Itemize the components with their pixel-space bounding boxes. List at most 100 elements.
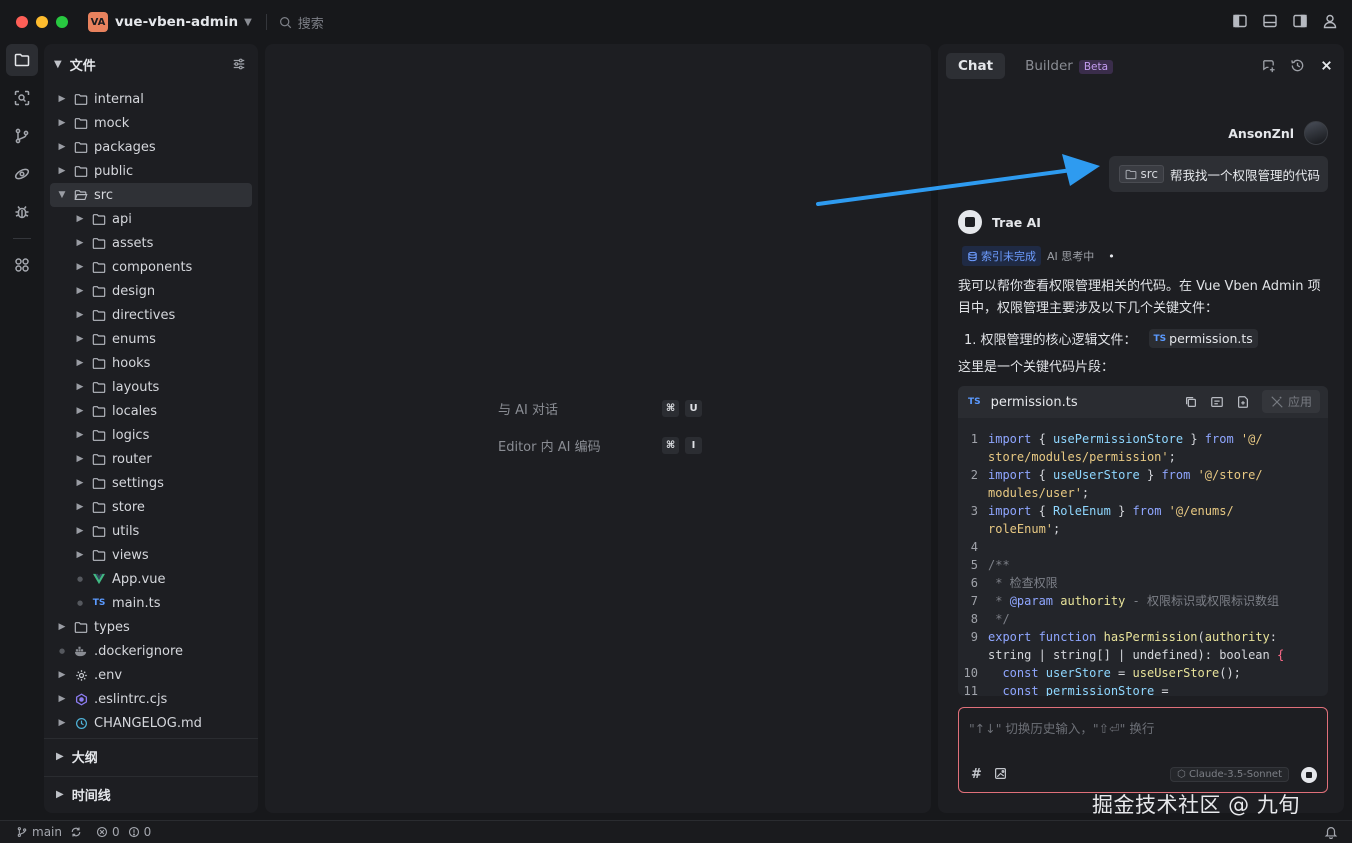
search-box[interactable]: 搜索 [279, 13, 324, 32]
file-tree-item[interactable]: ▶ layouts [44, 375, 258, 399]
file-tree-item[interactable]: ▶ directives [44, 303, 258, 327]
close-icon[interactable] [1319, 58, 1334, 73]
file-tree-item-label: App.vue [112, 571, 166, 587]
hash-context-button[interactable]: # [971, 767, 982, 782]
project-badge[interactable]: VA [88, 12, 108, 32]
debug-activity-button[interactable] [6, 196, 38, 228]
insert-icon[interactable] [1210, 395, 1224, 409]
typescript-icon: TS [1153, 333, 1167, 344]
code-line: 7 * @param authority - 权限标识或权限标识数组 [970, 594, 1279, 608]
bug-icon [15, 206, 29, 219]
sync-icon[interactable] [70, 826, 82, 838]
close-window-button[interactable] [16, 16, 28, 28]
file-tree-item[interactable]: ▶ settings [44, 471, 258, 495]
add-file-icon[interactable] [1236, 395, 1250, 409]
file-tree-item[interactable]: ▶ router [44, 447, 258, 471]
toggle-bottom-panel-icon[interactable] [1262, 13, 1278, 29]
copy-icon[interactable] [1184, 395, 1198, 409]
file-tree-item-label: settings [112, 475, 164, 491]
file-tree-item[interactable]: ▶ api [44, 207, 258, 231]
new-chat-icon[interactable] [1261, 58, 1276, 73]
user-name: AnsonZnl [1228, 126, 1294, 141]
key-cmd: ⌘ [662, 437, 679, 454]
editor-area[interactable]: 与 AI 对话 ⌘ U Editor 内 AI 编码 ⌘ I [265, 44, 931, 813]
code-content[interactable]: 1 import { usePermissionStore } from '@/ … [958, 430, 1328, 696]
bell-icon[interactable] [1324, 825, 1338, 839]
file-tree-item[interactable]: ▶ packages [44, 135, 258, 159]
minimize-window-button[interactable] [36, 16, 48, 28]
chevron-right-icon: ▶ [76, 238, 84, 248]
file-reference-chip[interactable]: TS permission.ts [1148, 329, 1258, 348]
chevron-down-icon[interactable]: ▼ [244, 17, 252, 28]
timeline-section[interactable]: ▶ 时间线 [44, 776, 258, 812]
file-tree-item[interactable]: ▶ enums [44, 327, 258, 351]
tab-chat[interactable]: Chat [946, 53, 1006, 79]
file-tree-item[interactable]: ● App.vue [44, 567, 258, 591]
stop-button[interactable] [1301, 767, 1317, 783]
file-tree-item[interactable]: ● .dockerignore [44, 639, 258, 663]
grid-icon [15, 258, 29, 272]
file-tree-item[interactable]: ▶ utils [44, 519, 258, 543]
chevron-right-icon: ▶ [58, 118, 66, 128]
file-tree-item-label: directives [112, 307, 176, 323]
outline-label: 大纲 [71, 751, 98, 766]
toggle-left-panel-icon[interactable] [1232, 13, 1248, 29]
bullet-icon: ● [58, 647, 66, 655]
image-icon[interactable] [994, 767, 1007, 780]
folder-icon [92, 356, 106, 370]
outline-section[interactable]: ▶ 大纲 [44, 738, 258, 774]
folder-icon [1126, 169, 1137, 179]
model-selector[interactable]: ⬡ Claude-3.5-Sonnet [1170, 767, 1289, 782]
sliders-icon[interactable] [232, 57, 246, 71]
file-tree-item[interactable]: ▶ mock [44, 111, 258, 135]
file-tree-item[interactable]: ▶ components [44, 255, 258, 279]
file-tree-item[interactable]: ▼ src [50, 183, 252, 207]
index-status-badge[interactable]: 索引未完成 [962, 246, 1041, 266]
chevron-right-icon: ▶ [76, 550, 84, 560]
file-tree-item[interactable]: ▶ assets [44, 231, 258, 255]
thinking-text: AI 思考中 [1047, 250, 1095, 263]
file-tree-item[interactable]: ▶ CHANGELOG.md [44, 711, 258, 735]
file-tree-item[interactable]: ▶ internal [44, 87, 258, 111]
file-tree-item[interactable]: ● TS main.ts [44, 591, 258, 615]
user-message: src 帮我找一个权限管理的代码 [1109, 156, 1328, 192]
maximize-window-button[interactable] [56, 16, 68, 28]
file-tree-item[interactable]: ▶ views [44, 543, 258, 567]
explorer-header[interactable]: ▼ 文件 [44, 44, 258, 84]
file-tree-item[interactable]: ▶ logics [44, 423, 258, 447]
folder-icon [74, 116, 88, 130]
file-tree-item[interactable]: ▶ design [44, 279, 258, 303]
context-tag[interactable]: src [1119, 165, 1164, 183]
file-tree-item[interactable]: ▶ store [44, 495, 258, 519]
source-control-activity-button[interactable] [6, 120, 38, 152]
code-line: store/modules/permission'; [988, 450, 1176, 464]
shortcut-chat: 与 AI 对话 ⌘ U [498, 399, 702, 418]
watermark: 掘金技术社区 @ 九旬 [1092, 793, 1300, 817]
user-avatar [1304, 121, 1328, 145]
history-icon[interactable] [1290, 58, 1305, 73]
branch-status[interactable]: main [16, 825, 82, 839]
file-tree-item-label: design [112, 283, 156, 299]
chevron-right-icon: ▶ [76, 526, 84, 536]
file-tree-item[interactable]: ▶Dockerfile [44, 735, 258, 737]
search-activity-button[interactable] [6, 82, 38, 114]
file-tree-item[interactable]: ▶ types [44, 615, 258, 639]
extensions-activity-button[interactable] [6, 249, 38, 281]
file-tree-item[interactable]: ▶ .eslintrc.cjs [44, 687, 258, 711]
tab-builder[interactable]: Builder Beta [1013, 53, 1125, 79]
account-icon[interactable] [1322, 13, 1338, 29]
tab-builder-label: Builder [1025, 58, 1073, 74]
file-tree-item[interactable]: ▶ public [44, 159, 258, 183]
toggle-right-panel-icon[interactable] [1292, 13, 1308, 29]
file-tree-item-label: enums [112, 331, 156, 347]
file-tree: ▶ internal ▶ mock ▶ packages ▶ public ▼ src ▶ api ▶ a… [44, 87, 258, 737]
file-tree-item[interactable]: ▶ hooks [44, 351, 258, 375]
problems-status[interactable]: 0 0 [96, 825, 151, 839]
file-tree-item[interactable]: ▶ .env [44, 663, 258, 687]
explorer-activity-button[interactable] [6, 44, 38, 76]
chat-input[interactable]: "↑↓" 切换历史输入，"⇧⏎" 换行 # ⬡ Claude-3.5-Sonne… [958, 707, 1328, 793]
remote-activity-button[interactable] [6, 158, 38, 190]
file-tree-item[interactable]: ▶ locales [44, 399, 258, 423]
apply-button[interactable]: 应用 [1261, 390, 1320, 413]
project-name[interactable]: vue-vben-admin [115, 14, 238, 30]
